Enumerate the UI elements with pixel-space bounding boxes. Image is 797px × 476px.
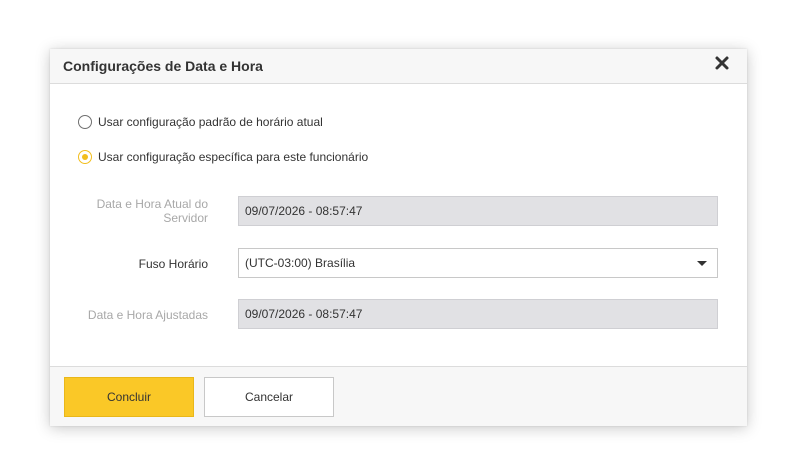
chevron-down-icon[interactable] [697, 261, 707, 266]
dialog-title: Configurações de Data e Hora [63, 58, 263, 74]
radio-option-specific[interactable]: Usar configuração específica para este f… [78, 150, 368, 164]
confirm-button[interactable]: Concluir [64, 377, 194, 417]
radio-specific-label: Usar configuração específica para este f… [98, 150, 369, 164]
server-datetime-label: Data e Hora Atual do Servidor [50, 197, 208, 225]
radio-option-default[interactable]: Usar configuração padrão de horário atua… [78, 115, 323, 129]
close-icon[interactable] [713, 54, 733, 74]
dialog-footer: Concluir Cancelar [50, 366, 747, 426]
date-time-settings-dialog: Configurações de Data e Hora Usar config… [50, 49, 747, 426]
radio-specific[interactable] [78, 150, 92, 164]
radio-default[interactable] [78, 115, 92, 129]
dialog-header: Configurações de Data e Hora [50, 49, 747, 84]
adjusted-datetime-label: Data e Hora Ajustadas [87, 308, 208, 322]
server-datetime-label-line1: Data e Hora Atual do [96, 197, 208, 211]
server-datetime-label-line2: Servidor [163, 211, 208, 225]
timezone-selected-value: (UTC-03:00) Brasília [245, 256, 356, 270]
server-datetime-field: 09/07/2026 - 08:57:47 [238, 196, 718, 226]
radio-default-label: Usar configuração padrão de horário atua… [98, 115, 323, 129]
timezone-label: Fuso Horário [138, 257, 208, 271]
cancel-button[interactable]: Cancelar [204, 377, 334, 417]
timezone-select[interactable]: (UTC-03:00) Brasília [238, 248, 718, 278]
adjusted-datetime-field: 09/07/2026 - 08:57:47 [238, 299, 718, 329]
